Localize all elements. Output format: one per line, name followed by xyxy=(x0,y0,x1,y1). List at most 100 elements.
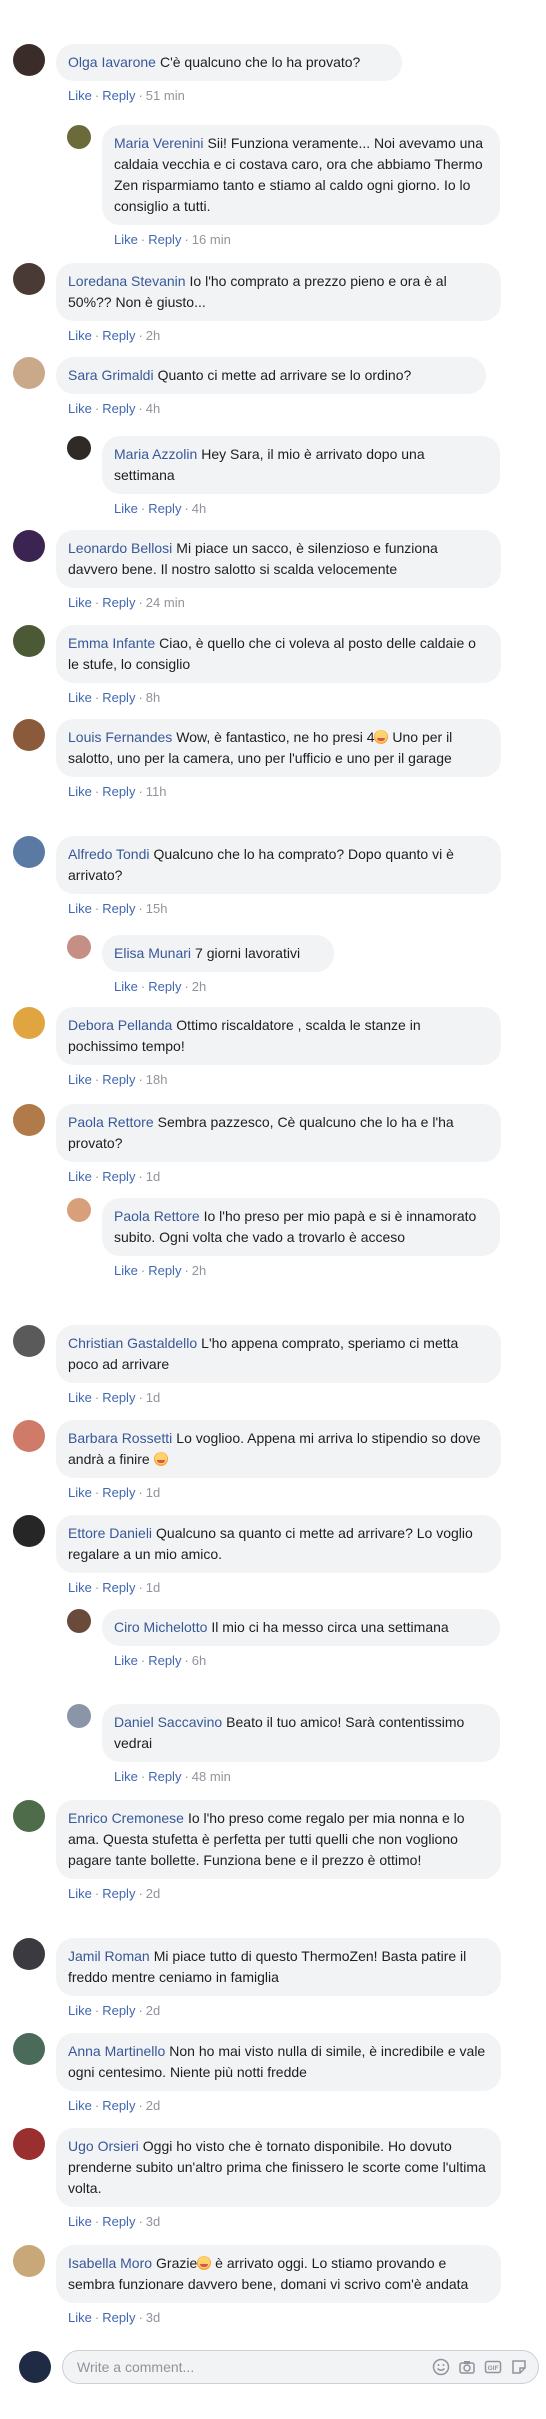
reply-link[interactable]: Reply xyxy=(102,88,135,103)
avatar[interactable] xyxy=(13,2245,45,2277)
avatar[interactable] xyxy=(13,44,45,76)
reply-link[interactable]: Reply xyxy=(148,1263,181,1278)
like-link[interactable]: Like xyxy=(68,1485,92,1500)
avatar[interactable] xyxy=(13,719,45,751)
avatar[interactable] xyxy=(13,263,45,295)
comment-time[interactable]: 3d xyxy=(146,2214,160,2229)
commenter-name[interactable]: Debora Pellanda xyxy=(68,1017,172,1033)
comment-time[interactable]: 2d xyxy=(146,2003,160,2018)
comment-time[interactable]: 2h xyxy=(146,328,160,343)
reply-link[interactable]: Reply xyxy=(102,2214,135,2229)
commenter-name[interactable]: Christian Gastaldello xyxy=(68,1335,197,1351)
like-link[interactable]: Like xyxy=(68,2310,92,2325)
like-link[interactable]: Like xyxy=(68,401,92,416)
commenter-name[interactable]: Alfredo Tondi xyxy=(68,846,149,862)
reply-link[interactable]: Reply xyxy=(148,1653,181,1668)
like-link[interactable]: Like xyxy=(114,1653,138,1668)
reply-link[interactable]: Reply xyxy=(102,1169,135,1184)
commenter-name[interactable]: Emma Infante xyxy=(68,635,155,651)
like-link[interactable]: Like xyxy=(68,1886,92,1901)
comment-time[interactable]: 51 min xyxy=(146,88,185,103)
avatar[interactable] xyxy=(13,1515,45,1547)
reply-link[interactable]: Reply xyxy=(102,2003,135,2018)
comment-time[interactable]: 24 min xyxy=(146,595,185,610)
commenter-name[interactable]: Isabella Moro xyxy=(68,2255,152,2271)
avatar[interactable] xyxy=(13,836,45,868)
comment-time[interactable]: 48 min xyxy=(192,1769,231,1784)
commenter-name[interactable]: Jamil Roman xyxy=(68,1948,150,1964)
comment-input[interactable]: Write a comment... GIF xyxy=(62,2350,539,2384)
reply-link[interactable]: Reply xyxy=(102,401,135,416)
commenter-name[interactable]: Anna Martinello xyxy=(68,2043,165,2059)
reply-link[interactable]: Reply xyxy=(102,595,135,610)
like-link[interactable]: Like xyxy=(68,88,92,103)
commenter-name[interactable]: Barbara Rossetti xyxy=(68,1430,172,1446)
reply-link[interactable]: Reply xyxy=(102,1072,135,1087)
avatar[interactable] xyxy=(13,1007,45,1039)
comment-placeholder[interactable]: Write a comment... xyxy=(77,2359,424,2375)
comment-time[interactable]: 1d xyxy=(146,1485,160,1500)
comment-time[interactable]: 11h xyxy=(146,784,167,799)
avatar[interactable] xyxy=(13,2033,45,2065)
like-link[interactable]: Like xyxy=(114,1769,138,1784)
like-link[interactable]: Like xyxy=(68,2098,92,2113)
comment-time[interactable]: 18h xyxy=(146,1072,168,1087)
like-link[interactable]: Like xyxy=(68,690,92,705)
avatar[interactable] xyxy=(67,436,91,460)
commenter-name[interactable]: Ugo Orsieri xyxy=(68,2138,139,2154)
reply-link[interactable]: Reply xyxy=(148,979,181,994)
avatar[interactable] xyxy=(13,1938,45,1970)
avatar[interactable] xyxy=(13,1104,45,1136)
avatar[interactable] xyxy=(13,1420,45,1452)
comment-time[interactable]: 3d xyxy=(146,2310,160,2325)
comment-time[interactable]: 2h xyxy=(192,979,206,994)
avatar[interactable] xyxy=(13,530,45,562)
like-link[interactable]: Like xyxy=(68,2214,92,2229)
reply-link[interactable]: Reply xyxy=(102,1886,135,1901)
comment-time[interactable]: 2d xyxy=(146,1886,160,1901)
commenter-name[interactable]: Elisa Munari xyxy=(114,945,191,961)
commenter-name[interactable]: Louis Fernandes xyxy=(68,729,172,745)
commenter-name[interactable]: Ettore Danieli xyxy=(68,1525,152,1541)
comment-time[interactable]: 1d xyxy=(146,1390,160,1405)
reply-link[interactable]: Reply xyxy=(102,1580,135,1595)
like-link[interactable]: Like xyxy=(68,1169,92,1184)
sticker-icon[interactable] xyxy=(510,2358,528,2376)
like-link[interactable]: Like xyxy=(68,595,92,610)
comment-time[interactable]: 6h xyxy=(192,1653,206,1668)
commenter-name[interactable]: Olga Iavarone xyxy=(68,54,156,70)
like-link[interactable]: Like xyxy=(114,501,138,516)
avatar[interactable] xyxy=(13,357,45,389)
avatar[interactable] xyxy=(67,935,91,959)
commenter-name[interactable]: Enrico Cremonese xyxy=(68,1810,184,1826)
comment-time[interactable]: 1d xyxy=(146,1169,160,1184)
avatar[interactable] xyxy=(67,1198,91,1222)
comment-time[interactable]: 8h xyxy=(146,690,160,705)
reply-link[interactable]: Reply xyxy=(102,2310,135,2325)
camera-icon[interactable] xyxy=(458,2358,476,2376)
like-link[interactable]: Like xyxy=(68,328,92,343)
avatar[interactable] xyxy=(67,1609,91,1633)
avatar[interactable] xyxy=(13,625,45,657)
commenter-name[interactable]: Leonardo Bellosi xyxy=(68,540,172,556)
like-link[interactable]: Like xyxy=(114,1263,138,1278)
reply-link[interactable]: Reply xyxy=(102,2098,135,2113)
comment-time[interactable]: 2h xyxy=(192,1263,206,1278)
avatar[interactable] xyxy=(13,1800,45,1832)
gif-icon[interactable]: GIF xyxy=(484,2358,502,2376)
reply-link[interactable]: Reply xyxy=(148,232,181,247)
reply-link[interactable]: Reply xyxy=(102,690,135,705)
avatar[interactable] xyxy=(67,125,91,149)
commenter-name[interactable]: Paola Rettore xyxy=(68,1114,154,1130)
commenter-name[interactable]: Maria Verenini xyxy=(114,135,204,151)
avatar[interactable] xyxy=(13,2128,45,2160)
commenter-name[interactable]: Paola Rettore xyxy=(114,1208,200,1224)
reply-link[interactable]: Reply xyxy=(102,901,135,916)
commenter-name[interactable]: Ciro Michelotto xyxy=(114,1619,207,1635)
reply-link[interactable]: Reply xyxy=(102,1485,135,1500)
like-link[interactable]: Like xyxy=(114,232,138,247)
like-link[interactable]: Like xyxy=(68,1580,92,1595)
comment-time[interactable]: 4h xyxy=(146,401,160,416)
like-link[interactable]: Like xyxy=(68,901,92,916)
emoji-icon[interactable] xyxy=(432,2358,450,2376)
